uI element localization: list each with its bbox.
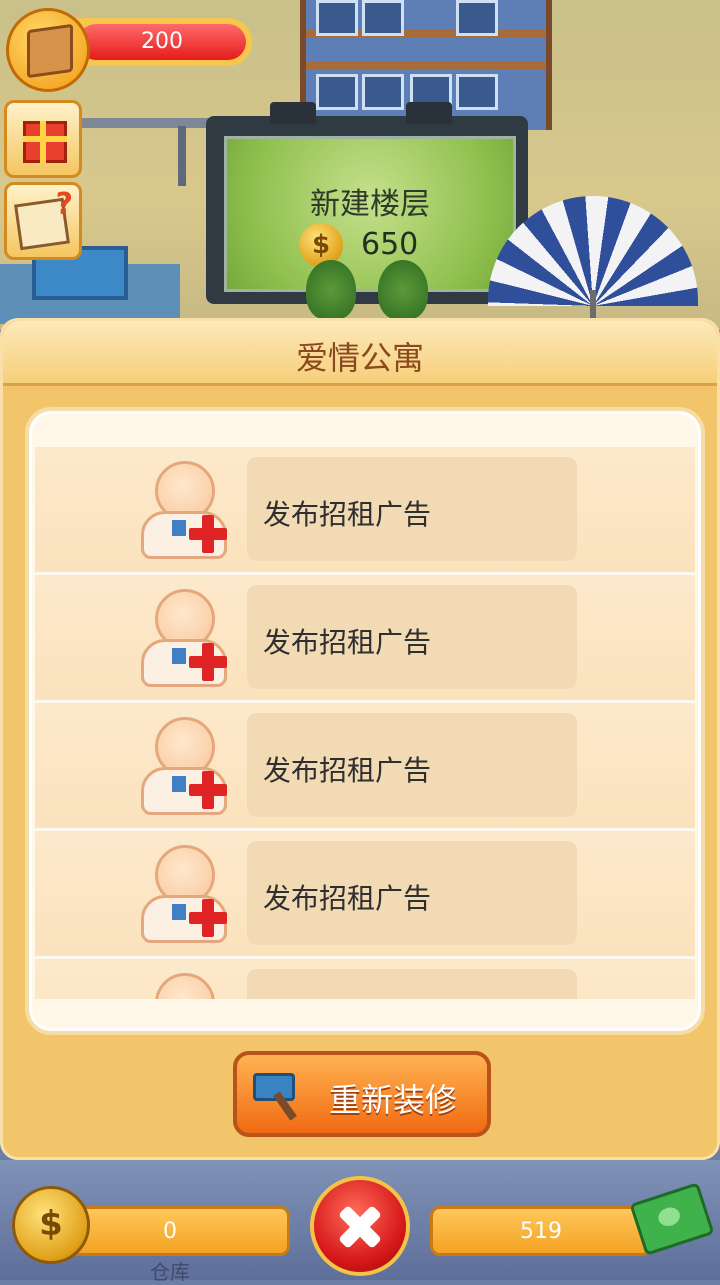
- add-tenant-icon: [139, 717, 229, 815]
- post-rental-ad-button[interactable]: [247, 969, 577, 999]
- dialog-title: 爱情公寓: [295, 339, 424, 377]
- billboard-screen: 新建楼层 $ 650: [224, 136, 516, 292]
- post-rental-ad-button[interactable]: 发布招租广告: [247, 841, 577, 945]
- post-rental-ad-label: 发布招租广告: [263, 754, 432, 787]
- crane-hook: [178, 126, 186, 186]
- tenant-list-frame: 发布招租广告 发布招租广告 发布招租广告 发布招租广告: [25, 407, 705, 1035]
- lamp-icon: [406, 102, 452, 124]
- tenant-slot-row: 发布招租广告: [35, 703, 695, 831]
- lamp-icon: [270, 102, 316, 124]
- post-rental-ad-label: 发布招租广告: [263, 882, 432, 915]
- billboard-price: 650: [361, 227, 419, 262]
- tenant-slot-row: 发布招租广告: [35, 575, 695, 703]
- apartment-dialog: 爱情公寓 发布招租广告 发布招租广告 发布招租广告 发布招租广告 重新装修: [0, 318, 720, 1160]
- post-rental-ad-button[interactable]: 发布招租广告: [247, 585, 577, 689]
- post-rental-ad-button[interactable]: 发布招租广告: [247, 713, 577, 817]
- close-button[interactable]: [310, 1176, 410, 1276]
- tenant-slot-row: 发布招租广告: [35, 831, 695, 959]
- dialog-header: 爱情公寓: [3, 321, 717, 386]
- gift-button[interactable]: [4, 100, 82, 178]
- crane: [70, 118, 220, 128]
- add-tenant-icon: [139, 461, 229, 559]
- renovate-label: 重新装修: [329, 1081, 458, 1119]
- add-tenant-icon: [139, 973, 229, 999]
- question-mark-icon: ?: [55, 187, 73, 222]
- plant-decoration: [306, 260, 356, 320]
- post-rental-ad-label: 发布招租广告: [263, 626, 432, 659]
- cash-balance-value: 519: [520, 1219, 562, 1244]
- cash-balance: 519: [430, 1206, 652, 1256]
- plant-decoration: [378, 260, 428, 320]
- package-box-icon[interactable]: [6, 8, 90, 92]
- tenant-slot-row: 发布招租广告: [35, 447, 695, 575]
- tenant-list[interactable]: 发布招租广告 发布招租广告 发布招租广告 发布招租广告: [35, 447, 695, 999]
- storage-value: 200: [78, 24, 246, 60]
- help-button[interactable]: ?: [4, 182, 82, 260]
- tenant-slot-row: [35, 959, 695, 999]
- post-rental-ad-label: 发布招租广告: [263, 498, 432, 531]
- add-tenant-icon: [139, 845, 229, 943]
- post-rental-ad-button[interactable]: 发布招租广告: [247, 457, 577, 561]
- paint-roller-icon: [251, 1067, 301, 1121]
- billboard-title: 新建楼层: [310, 187, 430, 222]
- coin-icon[interactable]: $: [12, 1186, 90, 1264]
- gift-icon: [23, 121, 67, 163]
- storage-room-label: 仓库: [150, 1260, 190, 1284]
- renovate-button[interactable]: 重新装修: [233, 1051, 491, 1137]
- add-tenant-icon: [139, 589, 229, 687]
- new-floor-billboard[interactable]: 新建楼层 $ 650: [206, 102, 528, 304]
